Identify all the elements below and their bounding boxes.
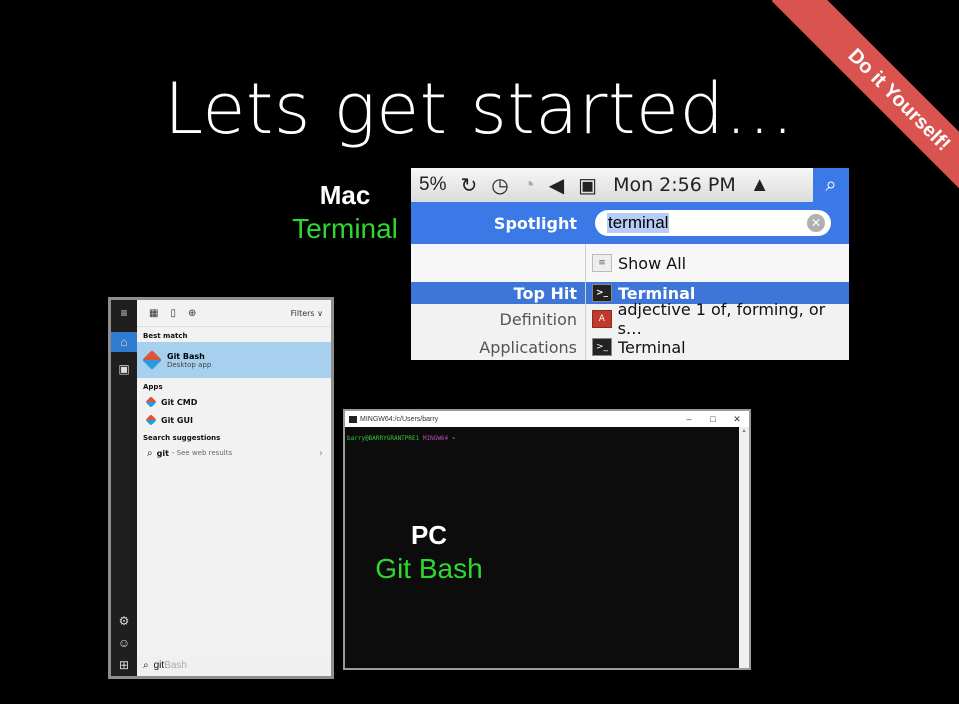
pc-label: PC Git Bash bbox=[354, 520, 504, 585]
home-icon[interactable]: ⌂ bbox=[111, 332, 137, 352]
spotlight-title: Spotlight bbox=[493, 213, 577, 233]
tab-documents-icon[interactable]: ▯ bbox=[170, 308, 176, 319]
settings-icon[interactable]: ⚙ bbox=[111, 614, 137, 628]
mac-label: Mac Terminal bbox=[282, 180, 408, 245]
terminal-app-icon bbox=[349, 415, 357, 423]
activity-icon[interactable]: ▣ bbox=[578, 173, 597, 198]
battery-percent: 5% bbox=[419, 174, 447, 195]
slide: Lets get started… Do it Yourself! Mac Te… bbox=[0, 0, 959, 704]
spotlight-row-applications[interactable]: Applications >_ Terminal bbox=[411, 334, 849, 360]
apps-header: Apps bbox=[143, 383, 163, 391]
spotlight-row-definition[interactable]: Definition Aadjective 1 of, forming, or … bbox=[411, 300, 849, 338]
spotlight-query: terminal bbox=[607, 213, 670, 233]
search-tabs: ▦ ▯ ⊕ Filters ∨ bbox=[137, 300, 331, 327]
app-git-cmd[interactable]: Git CMD bbox=[137, 393, 331, 411]
mac-app-label: Terminal bbox=[292, 213, 398, 244]
tab-apps-icon[interactable]: ▦ bbox=[149, 308, 158, 319]
close-icon[interactable]: ✕ bbox=[725, 414, 749, 425]
mac-spotlight-screenshot: 5% ↻ ◷ ◔ ◀ ▣ Mon 2:56 PM ▲ ⌕ Spotlight t… bbox=[411, 168, 849, 360]
volume-icon[interactable]: ◀ bbox=[549, 173, 564, 198]
clear-icon[interactable]: ✕ bbox=[807, 214, 825, 232]
search-typed: git bbox=[153, 659, 165, 671]
time-machine-icon[interactable]: ◷ bbox=[491, 173, 508, 198]
search-icon: ⌕ bbox=[147, 447, 153, 459]
wifi-icon[interactable]: ◔ bbox=[523, 174, 535, 197]
start-rail: ≡ ⌂ ▣ ⚙ ☺ ⊞ bbox=[111, 300, 137, 676]
spotlight-header: Spotlight terminal ✕ bbox=[411, 202, 849, 244]
mac-os-label: Mac bbox=[319, 180, 371, 210]
terminal-icon: >_ bbox=[592, 338, 612, 356]
search-icon[interactable]: ⌕ bbox=[813, 168, 849, 202]
hamburger-icon[interactable]: ≡ bbox=[111, 306, 137, 320]
row-value: adjective 1 of, forming, or s… bbox=[617, 300, 826, 338]
document-icon: ≡ bbox=[592, 254, 612, 272]
spotlight-search-input[interactable]: terminal ✕ bbox=[595, 210, 831, 236]
web-suggestion[interactable]: ⌕ git - See web results › bbox=[137, 444, 331, 462]
row-label: Applications bbox=[479, 337, 577, 357]
terminal-prompt: barry@BARRYGRANTPRE1 MINGW64 ~ bbox=[347, 435, 456, 442]
windows-start-icon[interactable]: ⊞ bbox=[111, 658, 137, 672]
chevron-right-icon: › bbox=[319, 447, 323, 459]
best-match-sub: Desktop app bbox=[167, 360, 212, 369]
search-autocomplete-hint: Bash bbox=[164, 659, 187, 671]
terminal-scrollbar[interactable]: ▴ bbox=[739, 427, 749, 668]
sync-icon[interactable]: ↻ bbox=[460, 173, 477, 198]
user-icon[interactable]: ☺ bbox=[111, 636, 137, 650]
search-icon: ⌕ bbox=[143, 659, 149, 671]
best-match-name: Git Bash bbox=[167, 351, 205, 361]
git-icon bbox=[142, 350, 162, 370]
minimize-icon[interactable]: – bbox=[677, 414, 701, 425]
app-git-gui[interactable]: Git GUI bbox=[137, 411, 331, 429]
row-value: Terminal bbox=[618, 337, 686, 357]
search-results-panel: ▦ ▯ ⊕ Filters ∨ Best match Git Bash Desk… bbox=[137, 300, 331, 654]
user-icon[interactable]: ▲ bbox=[750, 174, 770, 197]
row-label: Top Hit bbox=[513, 283, 577, 303]
taskbar-search-input[interactable]: ⌕ git Bash bbox=[137, 654, 331, 676]
git-icon bbox=[145, 396, 157, 408]
best-match-header: Best match bbox=[143, 332, 188, 340]
row-label: Definition bbox=[499, 309, 577, 329]
terminal-title: MINGW64:/c/Users/barry bbox=[360, 415, 439, 423]
pc-app-label: Git Bash bbox=[375, 553, 483, 584]
mac-menubar: 5% ↻ ◷ ◔ ◀ ▣ Mon 2:56 PM ▲ ⌕ bbox=[411, 168, 849, 203]
maximize-icon[interactable]: □ bbox=[701, 414, 725, 425]
documents-icon[interactable]: ▣ bbox=[111, 362, 137, 376]
best-match-git-bash[interactable]: Git Bash Desktop app bbox=[137, 342, 331, 378]
terminal-titlebar: MINGW64:/c/Users/barry – □ ✕ bbox=[345, 411, 749, 427]
suggestions-header: Search suggestions bbox=[143, 434, 221, 442]
row-value: Show All bbox=[618, 253, 687, 273]
menubar-clock[interactable]: Mon 2:56 PM bbox=[613, 174, 736, 196]
windows-start-search-screenshot: ≡ ⌂ ▣ ⚙ ☺ ⊞ ▦ ▯ ⊕ Filters ∨ Best match G… bbox=[108, 297, 334, 679]
dictionary-icon: A bbox=[592, 310, 612, 328]
git-icon bbox=[145, 414, 157, 426]
spotlight-row-show-all[interactable]: ≡ Show All bbox=[411, 244, 849, 282]
pc-os-label: PC bbox=[410, 520, 448, 550]
filters-dropdown[interactable]: Filters ∨ bbox=[279, 309, 323, 318]
tab-web-icon[interactable]: ⊕ bbox=[188, 308, 196, 319]
